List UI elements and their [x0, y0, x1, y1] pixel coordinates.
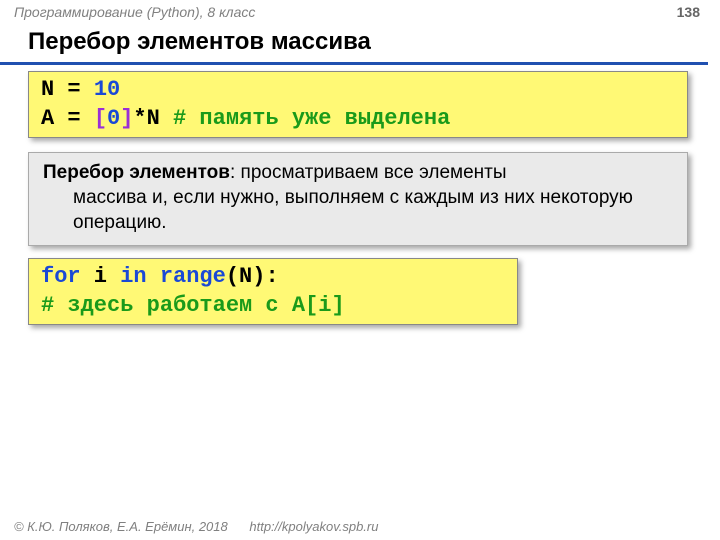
loop-tail: (N): — [226, 264, 279, 289]
code-block-loop: for i in range(N): # здесь работаем с A[… — [28, 258, 518, 325]
page-title: Перебор элементов массива — [0, 24, 708, 65]
desc-rest1: : просматриваем все элементы — [230, 162, 507, 183]
code-line-2: A = [0]*N # память уже выделена — [41, 105, 675, 134]
desc-rest2: массива и, если нужно, выполняем с кажды… — [43, 186, 673, 235]
code-var-n: N — [41, 77, 54, 102]
footer: © К.Ю. Поляков, Е.А. Ерёмин, 2018 http:/… — [14, 519, 378, 534]
sp — [147, 264, 160, 289]
code-line-3: for i in range(N): — [41, 263, 505, 292]
code-mul: *N — [133, 106, 173, 131]
kw-for: for — [41, 264, 81, 289]
page-number: 138 — [677, 4, 700, 20]
description-box: Перебор элементов: просматриваем все эле… — [28, 152, 688, 246]
code-var-a: A — [41, 106, 54, 131]
code-comment-1: # память уже выделена — [173, 106, 450, 131]
code-num-10: 10 — [94, 77, 120, 102]
footer-url: http://kpolyakov.spb.ru — [249, 519, 378, 534]
code-eq2: = — [54, 106, 94, 131]
code-line-1: N = 10 — [41, 76, 675, 105]
code-br-close: ] — [120, 106, 133, 131]
code-block-init: N = 10 A = [0]*N # память уже выделена — [28, 71, 688, 138]
code-comment-2: # здесь работаем с A[i] — [41, 293, 345, 318]
copyright: © К.Ю. Поляков, Е.А. Ерёмин, 2018 — [14, 519, 228, 534]
fn-range: range — [160, 264, 226, 289]
var-i: i — [81, 264, 121, 289]
course-label: Программирование (Python), 8 класс — [14, 4, 255, 20]
code-line-4: # здесь работаем с A[i] — [41, 292, 505, 321]
code-eq: = — [54, 77, 94, 102]
desc-term: Перебор элементов — [43, 162, 230, 183]
code-num-0: 0 — [107, 106, 120, 131]
kw-in: in — [120, 264, 146, 289]
code-br-open: [ — [94, 106, 107, 131]
